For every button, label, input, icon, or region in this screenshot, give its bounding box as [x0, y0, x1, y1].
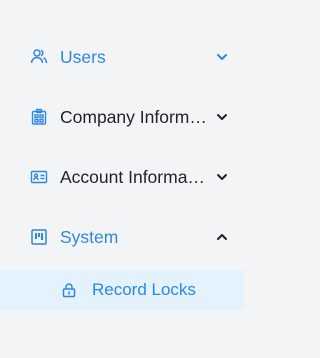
- chevron-down-icon[interactable]: [215, 110, 229, 124]
- sidebar-subitem-record-locks[interactable]: Record Locks: [0, 270, 244, 310]
- lock-icon: [61, 282, 77, 298]
- account-card-icon: [30, 168, 48, 186]
- company-icon: [30, 108, 48, 126]
- users-icon: [30, 48, 48, 66]
- sidebar-subitem-label: Record Locks: [92, 280, 196, 299]
- sidebar-item-system[interactable]: System: [0, 217, 244, 257]
- sidebar: Users Company Inform… Account Informa… S…: [0, 0, 244, 358]
- chevron-down-icon[interactable]: [215, 170, 229, 184]
- sidebar-item-label: System: [60, 227, 119, 247]
- sidebar-item-label: Account Informa…: [60, 167, 205, 187]
- sidebar-item-label: Company Inform…: [60, 107, 207, 127]
- chevron-down-icon[interactable]: [215, 50, 229, 64]
- sidebar-item-account-information[interactable]: Account Informa…: [0, 157, 244, 197]
- sidebar-item-label: Users: [60, 47, 106, 67]
- system-icon: [30, 228, 48, 246]
- sidebar-item-users[interactable]: Users: [0, 37, 244, 77]
- sidebar-item-company-information[interactable]: Company Inform…: [0, 97, 244, 137]
- chevron-up-icon[interactable]: [215, 230, 229, 244]
